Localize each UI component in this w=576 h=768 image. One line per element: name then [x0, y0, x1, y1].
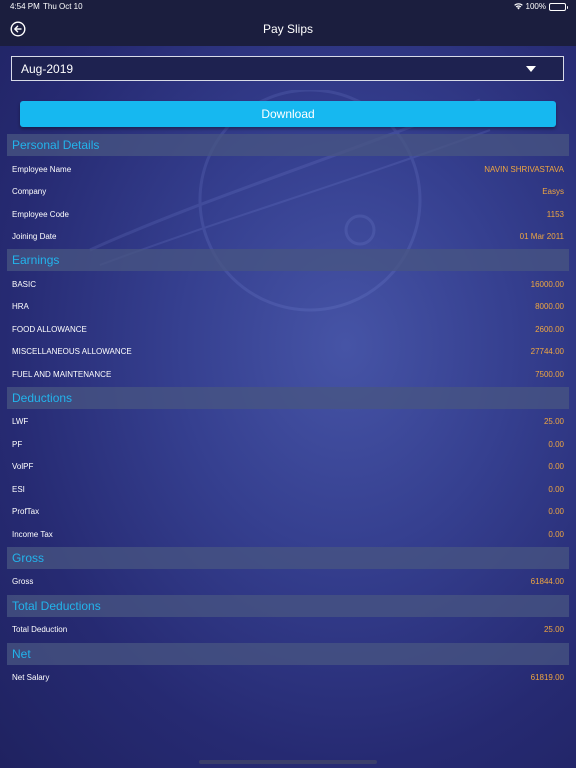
detail-row: Company Easys: [12, 185, 564, 199]
row-value: 7500.00: [535, 370, 564, 379]
earnings-row: MISCELLANEOUS ALLOWANCE 27744.00: [12, 345, 564, 359]
section-header-gross: Gross: [7, 547, 569, 569]
row-label: Employee Name: [12, 165, 72, 174]
row-label: Employee Code: [12, 210, 69, 219]
row-value: 25.00: [543, 417, 564, 426]
deductions-row: PF 0.00: [12, 438, 564, 452]
row-label: MISCELLANEOUS ALLOWANCE: [12, 347, 132, 356]
row-value: Easys: [542, 187, 564, 196]
row-value: 1153: [546, 210, 564, 219]
row-label: Total Deduction: [12, 625, 68, 634]
battery-percent: 100%: [525, 2, 546, 11]
row-label: Joining Date: [12, 232, 57, 241]
page-title: Pay Slips: [262, 22, 314, 36]
home-indicator[interactable]: [199, 760, 377, 764]
row-label: Net Salary: [12, 673, 50, 682]
detail-row: Joining Date 01 Mar 2011: [12, 230, 564, 244]
deductions-row: ESI 0.00: [12, 483, 564, 497]
section-header-personal-details: Personal Details: [7, 134, 569, 156]
chevron-down-icon: [526, 66, 536, 72]
row-value: 0.00: [548, 530, 564, 539]
row-value: 61844.00: [530, 577, 564, 586]
section-header-earnings: Earnings: [7, 249, 569, 271]
row-label: ProfTax: [12, 507, 40, 516]
row-label: PF: [12, 440, 23, 449]
detail-row: Employee Name NAVIN SHRIVASTAVA: [12, 163, 564, 177]
battery-icon: [549, 2, 568, 11]
row-label: BASIC: [12, 280, 37, 289]
month-select[interactable]: Aug-2019: [11, 56, 564, 81]
deductions-row: LWF 25.00: [12, 415, 564, 429]
earnings-row: FOOD ALLOWANCE 2600.00: [12, 323, 564, 337]
row-label: ESI: [12, 485, 25, 494]
row-label: Gross: [12, 577, 34, 586]
row-value: NAVIN SHRIVASTAVA: [484, 165, 564, 174]
earnings-row: HRA 8000.00: [12, 300, 564, 314]
row-label: Income Tax: [12, 530, 53, 539]
row-value: 0.00: [548, 462, 564, 471]
row-value: 25.00: [543, 625, 564, 634]
section-header-net: Net: [7, 643, 569, 665]
deductions-row: ProfTax 0.00: [12, 505, 564, 519]
status-date: Thu Oct 10: [43, 2, 83, 11]
download-button[interactable]: Download: [20, 101, 556, 127]
row-label: LWF: [12, 417, 29, 426]
month-select-value: Aug-2019: [21, 61, 74, 76]
row-label: FOOD ALLOWANCE: [12, 325, 87, 334]
row-value: 2600.00: [535, 325, 564, 334]
earnings-row: BASIC 16000.00: [12, 278, 564, 292]
row-label: HRA: [12, 302, 29, 311]
row-label: FUEL AND MAINTENANCE: [12, 370, 112, 379]
earnings-row: FUEL AND MAINTENANCE 7500.00: [12, 368, 564, 382]
deductions-row: VolPF 0.00: [12, 460, 564, 474]
net-salary-row: Net Salary 61819.00: [12, 671, 564, 685]
nav-bar: Pay Slips: [0, 13, 576, 46]
section-header-deductions: Deductions: [7, 387, 569, 409]
wifi-icon: [513, 3, 523, 10]
row-value: 8000.00: [535, 302, 564, 311]
status-right: 100%: [513, 2, 568, 11]
row-value: 61819.00: [530, 673, 564, 682]
section-header-total-deductions: Total Deductions: [7, 595, 569, 617]
row-value: 0.00: [548, 507, 564, 516]
row-label: VolPF: [12, 462, 34, 471]
deductions-row: Income Tax 0.00: [12, 528, 564, 542]
status-bar: 4:54 PM Thu Oct 10 100%: [0, 0, 576, 13]
status-time: 4:54 PM: [10, 2, 40, 11]
row-value: 0.00: [548, 485, 564, 494]
detail-row: Employee Code 1153: [12, 208, 564, 222]
gross-row: Gross 61844.00: [12, 575, 564, 589]
row-value: 0.00: [548, 440, 564, 449]
row-value: 27744.00: [530, 347, 564, 356]
row-value: 01 Mar 2011: [519, 232, 564, 241]
row-value: 16000.00: [530, 280, 564, 289]
row-label: Company: [12, 187, 47, 196]
total-deduction-row: Total Deduction 25.00: [12, 623, 564, 637]
